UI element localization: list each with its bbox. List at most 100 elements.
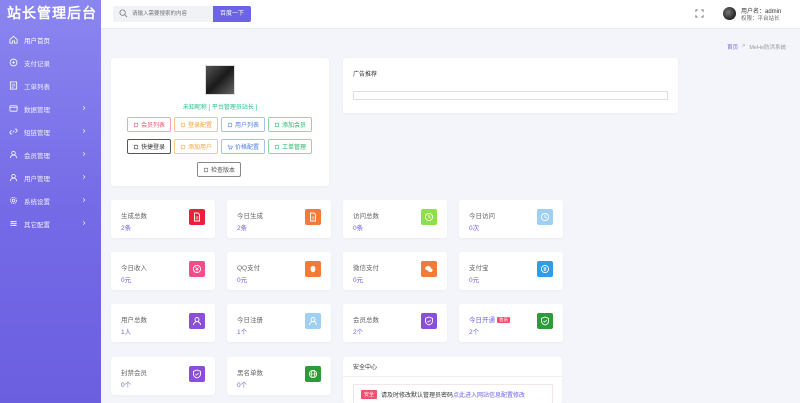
stat-value: 0条	[353, 225, 364, 232]
stat-value: 1人	[121, 329, 132, 336]
check-version-icon	[203, 167, 209, 173]
home-icon	[9, 35, 18, 44]
link-icon	[9, 127, 18, 136]
stat-label: 今日收入	[121, 262, 147, 272]
alipay-icon	[537, 261, 553, 277]
sidebar-item-6[interactable]: 会员管理	[0, 143, 101, 166]
stat-card: 生成总数 2条	[111, 200, 215, 238]
stat-card: 今日开通 会员 2个	[459, 304, 563, 342]
quick-button-5[interactable]: 快捷登录	[127, 139, 171, 154]
stat-label: 今日开通 会员	[469, 314, 510, 324]
sidebar-item-label: 工单列表	[24, 83, 50, 91]
stat-label-text: 封禁会员	[121, 370, 147, 377]
sidebar-item-5[interactable]: 短链管理	[0, 120, 101, 143]
brand-title: 站长管理后台	[7, 5, 97, 21]
stat-label-text: QQ支付	[237, 265, 261, 272]
stat-value: 1个	[237, 329, 248, 336]
stat-label-text: 生成总数	[121, 213, 147, 220]
stat-value: 2个	[469, 329, 480, 336]
breadcrumb: 首页 > MeHe防洪系统	[727, 43, 786, 51]
stat-card: 黑名单数 0个	[227, 357, 331, 395]
ad-banner[interactable]	[353, 91, 668, 100]
profile-card: 未知昵称 [ 平台管理员站长 ] 会员列表 登录配置 用户列表 添加会员快捷登录 添加用…	[111, 58, 329, 186]
shield-icon	[189, 366, 205, 382]
chevron-right-icon	[81, 151, 87, 157]
quick-button-label: 添加用户	[187, 145, 212, 151]
sidebar-item-3[interactable]: 工单列表	[0, 74, 101, 97]
stat-value: 0元	[237, 277, 248, 284]
stat-label: 今日注册	[237, 314, 263, 324]
divider	[343, 376, 562, 377]
sidebar-nav: 用户首页支付记录工单列表数据管理 短链管理 会员管理用户管理系统设置其它配置	[0, 28, 101, 235]
stat-label: QQ支付	[237, 262, 260, 272]
search-input[interactable]	[132, 8, 210, 20]
quick-button-label: 快捷登录	[140, 145, 165, 151]
clock-icon	[537, 209, 553, 225]
security-card: 安全中心 安全 请及时修改默认管理员密码 点此进入网站信息配置修改	[343, 357, 562, 403]
breadcrumb-home[interactable]: 首页	[727, 43, 738, 51]
avatar[interactable]	[723, 7, 736, 20]
security-notice-text: 请及时修改默认管理员密码	[381, 392, 454, 399]
quick-button-3[interactable]: 用户列表	[221, 117, 265, 132]
profile-nickname: 未知昵称 [ 平台管理员站长 ]	[182, 105, 258, 111]
stat-label-text: 微信支付	[353, 265, 379, 272]
sidebar-item-label: 其它配置	[24, 221, 50, 229]
search-icon	[119, 9, 128, 18]
add-user-icon	[180, 144, 186, 150]
stat-label: 生成总数	[121, 210, 147, 220]
quick-button-7[interactable]: 价格配置	[221, 139, 265, 154]
sidebar-item-4[interactable]: 数据管理	[0, 97, 101, 120]
ticket-icon	[9, 81, 18, 90]
quick-button-1[interactable]: 会员列表	[127, 117, 171, 132]
chevron-right-icon	[81, 174, 87, 180]
stat-value: 0次	[469, 225, 480, 232]
stat-value: 2个	[353, 329, 364, 336]
sidebar-item-2[interactable]: 支付记录	[0, 51, 101, 74]
sidebar-item-label: 用户管理	[24, 175, 50, 183]
quick-button-4[interactable]: 添加会员	[268, 117, 312, 132]
sidebar-item-1[interactable]: 用户首页	[0, 28, 101, 51]
stat-label: 封禁会员	[121, 367, 147, 377]
shield-icon	[537, 313, 553, 329]
user-icon	[305, 313, 321, 329]
security-config-link[interactable]: 点此进入网站信息配置修改	[453, 390, 525, 399]
globe-icon	[305, 366, 321, 382]
topbar: 百度一下 用户名：admin 权限：平台站长	[101, 0, 800, 29]
sidebar-item-9[interactable]: 其它配置	[0, 212, 101, 235]
stat-label: 支付宝	[469, 262, 489, 272]
quick-button-8[interactable]: 工单管理	[268, 139, 312, 154]
chevron-right-icon	[81, 128, 87, 134]
sidebar-item-8[interactable]: 系统设置	[0, 189, 101, 212]
stat-value: 2条	[121, 225, 132, 232]
quick-button-9[interactable]: 检查版本	[197, 162, 241, 177]
sidebar-item-7[interactable]: 用户管理	[0, 166, 101, 189]
chevron-right-icon	[81, 105, 87, 111]
search-button[interactable]: 百度一下	[213, 6, 251, 22]
sidebar-item-label: 支付记录	[24, 60, 50, 68]
profile-avatar	[205, 65, 235, 95]
cart-icon	[227, 144, 233, 150]
chevron-right-icon	[81, 197, 87, 203]
quick-button-label: 用户列表	[234, 123, 259, 129]
stat-value: 0元	[353, 277, 364, 284]
stat-label-text: 今日收入	[121, 265, 147, 272]
stat-card: 今日访问 0次	[459, 200, 563, 238]
stat-card: 今日注册 1个	[227, 304, 331, 342]
file-icon	[189, 209, 205, 225]
security-notice: 安全 请及时修改默认管理员密码 点此进入网站信息配置修改	[353, 384, 553, 403]
stat-card: 访问总数 0条	[343, 200, 447, 238]
sidebar-item-label: 用户首页	[24, 37, 50, 45]
quick-button-label: 添加会员	[281, 123, 306, 129]
quick-button-label: 会员列表	[140, 123, 165, 129]
quick-button-2[interactable]: 登录配置	[174, 117, 218, 132]
user-icon	[189, 313, 205, 329]
stat-card: 支付宝 0元	[459, 252, 563, 290]
stat-value: 0个	[121, 382, 132, 389]
stat-label-text: 黑名单数	[237, 370, 263, 377]
quick-button-6[interactable]: 添加用户	[174, 139, 218, 154]
quick-login-icon	[133, 144, 139, 150]
stat-tag: 会员	[497, 317, 510, 323]
fullscreen-icon[interactable]	[695, 9, 704, 18]
quick-button-label: 工单管理	[281, 145, 306, 151]
stat-label: 用户总数	[121, 314, 147, 324]
